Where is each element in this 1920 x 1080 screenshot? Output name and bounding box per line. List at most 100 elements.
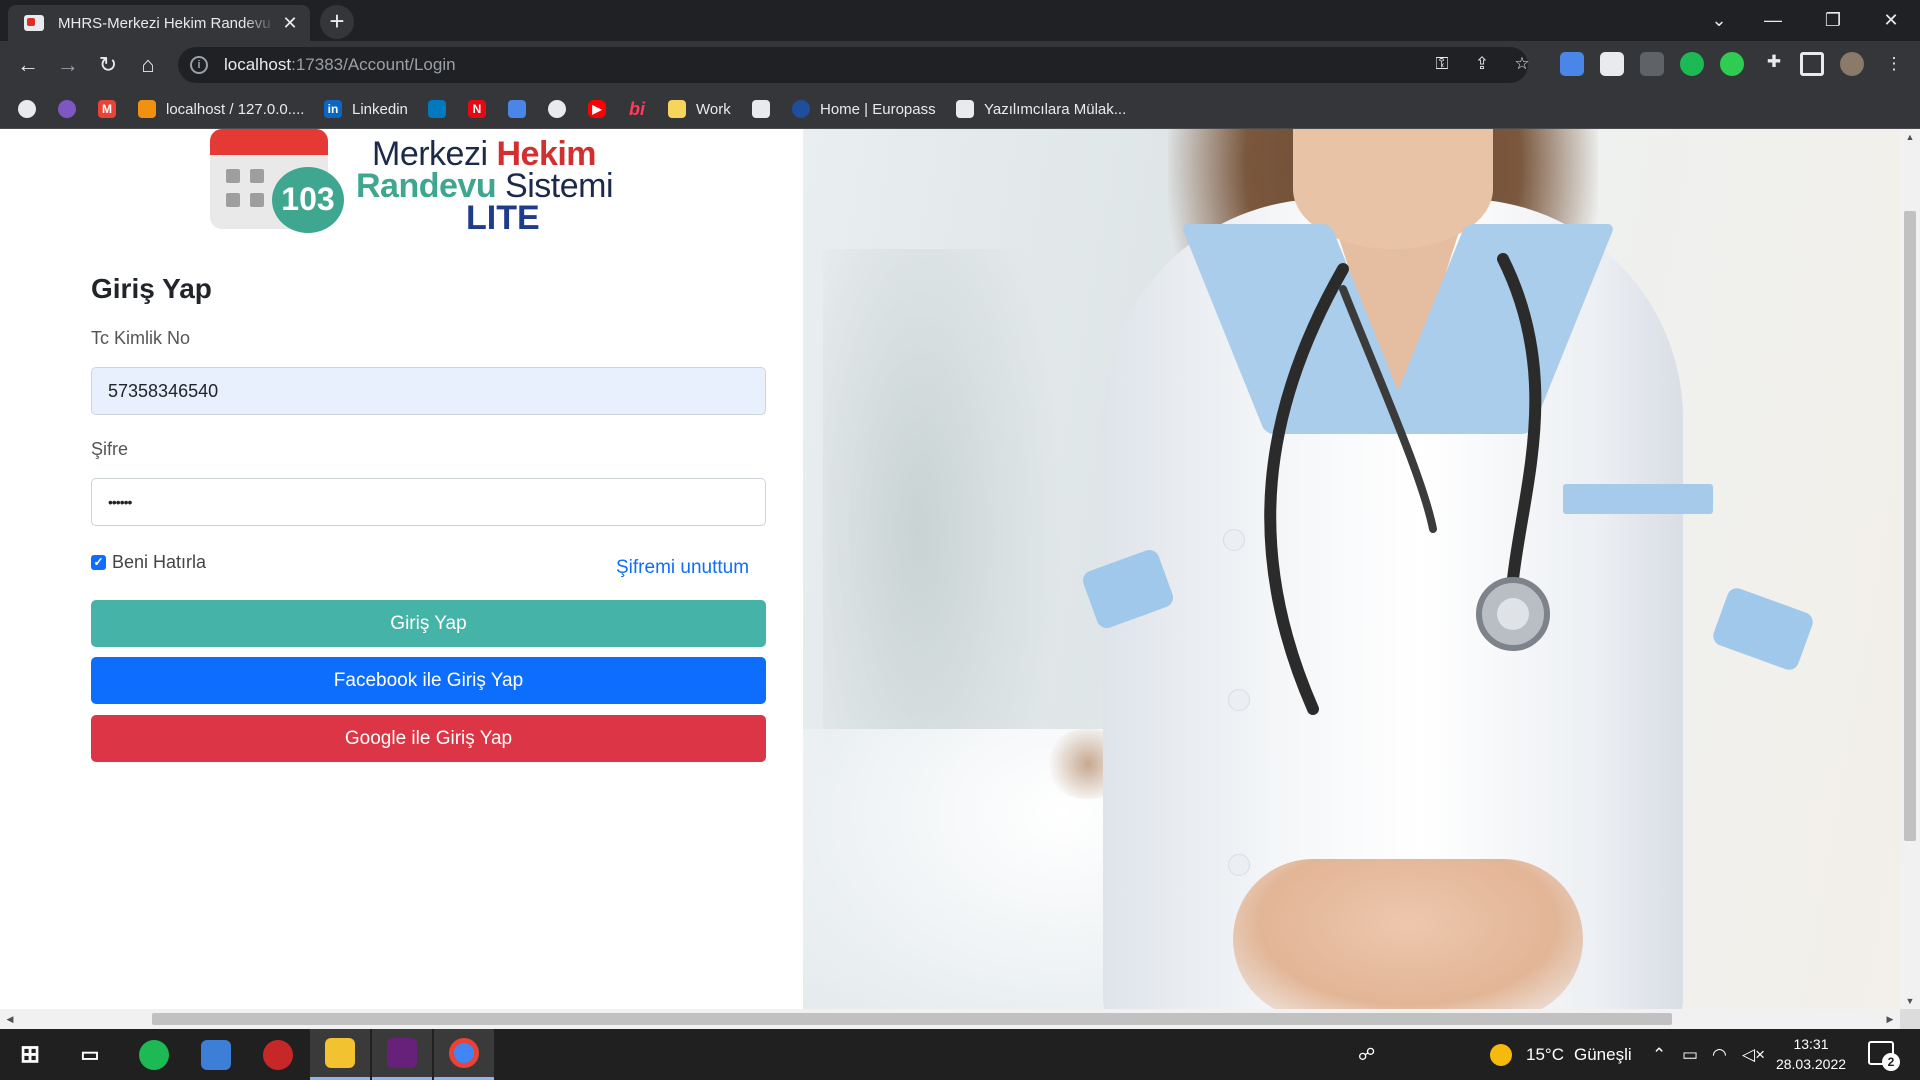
task-view-icon[interactable]: ▭ xyxy=(60,1029,120,1080)
bookmark-work[interactable]: Work xyxy=(668,96,731,122)
pen-extension-icon[interactable] xyxy=(1640,52,1664,76)
notification-center-icon[interactable]: 2 xyxy=(1868,1041,1900,1071)
system-clock[interactable]: 13:31 28.03.2022 xyxy=(1766,1034,1856,1074)
login-button[interactable]: Giriş Yap xyxy=(91,600,766,647)
home-icon[interactable]: ⌂ xyxy=(132,49,164,81)
profile-avatar[interactable] xyxy=(1840,52,1864,76)
bookmark-trello[interactable] xyxy=(428,96,446,122)
restore-button[interactable]: ❐ xyxy=(1806,0,1860,41)
password-label: Şifre xyxy=(91,439,129,459)
europass-icon xyxy=(792,100,810,118)
bookmark-yazilimcilara[interactable]: Yazılımcılara Mülak... xyxy=(956,96,1126,122)
forgot-password-link[interactable]: Şifremi unuttum xyxy=(616,557,749,579)
login-panel: 103 Merkezi Hekim Randevu Sistemi LITE G… xyxy=(0,129,803,1009)
horizontal-scrollbar[interactable]: ◀ ▶ xyxy=(0,1009,1900,1029)
bookmark-europass[interactable]: Home | Europass xyxy=(792,96,936,122)
wifi-icon[interactable]: ◠ xyxy=(1712,1029,1727,1080)
tc-input[interactable]: 57358346540 xyxy=(91,367,766,415)
scroll-up-arrow-icon[interactable]: ▲ xyxy=(1900,129,1920,145)
tab-search-icon[interactable]: ⌄ xyxy=(1692,0,1746,41)
sun-icon xyxy=(1490,1043,1512,1066)
trello-icon xyxy=(428,100,446,118)
puzzle-extensions-icon[interactable]: ✚ xyxy=(1760,48,1788,76)
forward-arrow-icon[interactable]: → xyxy=(52,49,84,81)
sql-app-icon[interactable] xyxy=(310,1029,370,1080)
weather-widget[interactable]: 15°C Güneşli xyxy=(1490,1029,1632,1080)
scroll-right-arrow-icon[interactable]: ▶ xyxy=(1882,1009,1898,1029)
bookmarks-bar: M localhost / 127.0.0.... in Linkedin N … xyxy=(0,88,1920,129)
remember-me[interactable]: ✓ Beni Hatırla xyxy=(91,552,206,573)
bookmark-label: Work xyxy=(696,100,731,118)
bookmark-linkedin[interactable]: in Linkedin xyxy=(324,96,408,122)
scrollbar-corner xyxy=(1900,1009,1920,1029)
chrome-taskbar-icon[interactable] xyxy=(434,1029,494,1080)
bookmark-gmail[interactable]: M xyxy=(98,96,116,122)
scroll-down-arrow-icon[interactable]: ▼ xyxy=(1900,993,1920,1009)
bookmark-chrome[interactable] xyxy=(18,96,36,122)
address-bar[interactable]: i localhost:17383/Account/Login xyxy=(178,47,1528,83)
circle-bookmark-icon xyxy=(58,100,76,118)
vertical-scroll-thumb[interactable] xyxy=(1904,211,1916,841)
bookmark-localhost[interactable]: localhost / 127.0.0.... xyxy=(138,96,304,122)
bookmark-github[interactable] xyxy=(548,96,566,122)
bookmark-circle[interactable] xyxy=(58,96,76,122)
horizontal-scroll-thumb[interactable] xyxy=(152,1013,1672,1025)
browser-tab-active[interactable]: MHRS-Merkezi Hekim Randevu Sistemi ✕ xyxy=(8,5,310,41)
tab-title: MHRS-Merkezi Hekim Randevu Sistemi xyxy=(58,14,276,32)
vertical-scrollbar[interactable]: ▲ ▼ xyxy=(1900,129,1920,1009)
menu-kebab-icon[interactable]: ⋮ xyxy=(1880,50,1908,78)
redis-app-icon[interactable] xyxy=(248,1029,308,1080)
lime-extension-icon[interactable] xyxy=(1720,52,1744,76)
green-extension-icon[interactable] xyxy=(1680,52,1704,76)
key-icon[interactable]: ⚿ xyxy=(1428,50,1456,78)
remember-label: Beni Hatırla xyxy=(112,552,207,572)
site-favicon-icon xyxy=(24,15,44,31)
spotify-icon[interactable] xyxy=(124,1029,184,1080)
form-title: Giriş Yap xyxy=(91,273,212,304)
tc-label: Tc Kimlik No xyxy=(91,328,191,348)
site-info-icon[interactable]: i xyxy=(190,56,208,74)
notification-count: 2 xyxy=(1882,1053,1900,1071)
password-input[interactable]: •••••• xyxy=(91,478,766,526)
bookmark-netflix[interactable]: N xyxy=(468,96,486,122)
tray-chevron-icon[interactable]: ⌃ xyxy=(1652,1029,1666,1080)
close-window-button[interactable]: ✕ xyxy=(1864,0,1918,41)
bookmark-translate[interactable] xyxy=(508,96,526,122)
battery-icon[interactable]: ▭ xyxy=(1682,1029,1698,1080)
tab-close-icon[interactable]: ✕ xyxy=(280,13,300,34)
bookmark-bionluk[interactable]: bi xyxy=(628,96,646,122)
bookmark-page-icon xyxy=(956,100,974,118)
folder-icon xyxy=(668,100,686,118)
people-icon[interactable]: ☍ xyxy=(1358,1029,1375,1080)
doctor-hero-image xyxy=(803,129,1900,1009)
browser-tab-strip: MHRS-Merkezi Hekim Randevu Sistemi ✕ + ⌄… xyxy=(0,0,1920,41)
reload-icon[interactable]: ↻ xyxy=(92,49,124,81)
bookmark-codepen[interactable] xyxy=(752,96,770,122)
weather-text: Güneşli xyxy=(1573,1044,1632,1064)
share-icon[interactable]: ⇪ xyxy=(1468,50,1496,78)
side-panel-icon[interactable] xyxy=(1800,52,1824,76)
bookmark-youtube[interactable]: ▶ xyxy=(588,96,606,122)
minimize-button[interactable]: — xyxy=(1746,0,1800,41)
remember-checkbox[interactable]: ✓ xyxy=(91,555,106,570)
remote-desktop-icon[interactable] xyxy=(186,1029,246,1080)
translate-icon xyxy=(508,100,526,118)
bi-icon: bi xyxy=(629,99,645,119)
new-tab-button[interactable]: + xyxy=(320,5,354,39)
facebook-login-button[interactable]: Facebook ile Giriş Yap xyxy=(91,657,766,704)
mhrs-logo: 103 Merkezi Hekim Randevu Sistemi LITE xyxy=(208,129,648,247)
google-translate-extension-icon[interactable] xyxy=(1560,52,1584,76)
visual-studio-icon[interactable] xyxy=(372,1029,432,1080)
heart-badge-icon: 103 xyxy=(272,167,344,233)
trello-extension-icon[interactable] xyxy=(1600,52,1624,76)
url-text[interactable]: localhost:17383/Account/Login xyxy=(224,55,456,75)
bookmark-star-icon[interactable]: ☆ xyxy=(1508,50,1536,78)
browser-toolbar: ← → ↻ ⌂ i localhost:17383/Account/Login … xyxy=(0,41,1920,88)
google-login-button[interactable]: Google ile Giriş Yap xyxy=(91,715,766,762)
volume-muted-icon[interactable]: ◁× xyxy=(1742,1029,1765,1080)
windows-taskbar: ⊞ ▭ ☍ 15°C Güneşli ⌃ ▭ ◠ ◁× 13:31 28.03.… xyxy=(0,1029,1920,1080)
windows-start-icon[interactable]: ⊞ xyxy=(0,1029,60,1080)
back-arrow-icon[interactable]: ← xyxy=(12,49,44,81)
bookmark-label: Home | Europass xyxy=(820,100,936,118)
scroll-left-arrow-icon[interactable]: ◀ xyxy=(2,1009,18,1029)
